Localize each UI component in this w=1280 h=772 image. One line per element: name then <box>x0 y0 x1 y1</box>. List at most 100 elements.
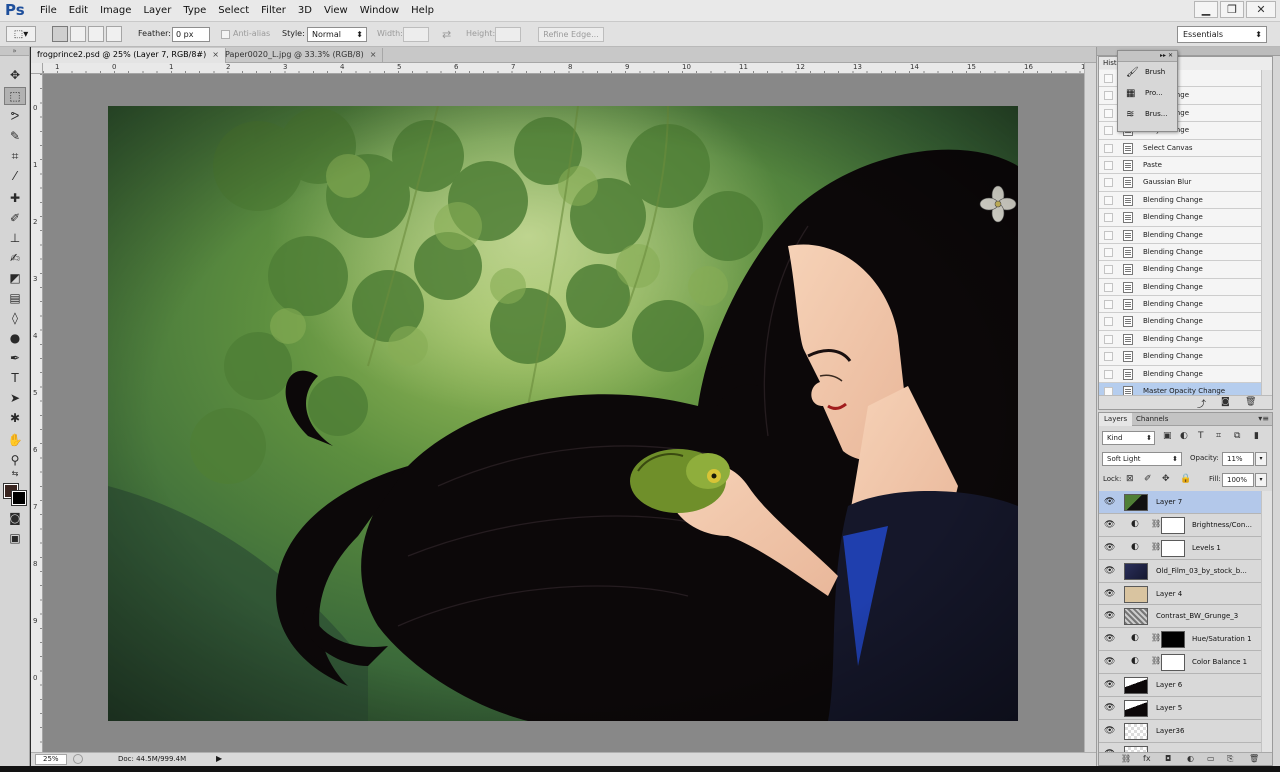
width-input[interactable] <box>403 27 429 42</box>
filter-smart-object-icon[interactable]: ⧉ <box>1234 431 1240 441</box>
menu-window[interactable]: Window <box>354 0 405 22</box>
flyout-collapse-icon[interactable]: ▸▸ ✕ <box>1118 51 1177 62</box>
tool-preset-picker[interactable]: ⬚▾ <box>6 26 36 42</box>
history-state[interactable]: Select Canvas <box>1099 139 1262 157</box>
ruler-origin[interactable] <box>31 63 43 74</box>
minimize-button[interactable]: ▁ <box>1194 1 1218 18</box>
brush-tool-icon[interactable]: ✐ <box>4 209 26 227</box>
history-scrollbar[interactable] <box>1261 70 1272 396</box>
history-state[interactable]: Gaussian Blur <box>1099 174 1262 192</box>
history-brush-source-icon[interactable] <box>1104 282 1113 292</box>
visibility-eye-icon[interactable]: 👁 <box>1104 726 1115 736</box>
antialias-checkbox[interactable] <box>221 30 230 39</box>
history-state[interactable]: Blending Change <box>1099 243 1262 262</box>
marquee-tool-icon[interactable]: ⬚ <box>4 87 26 105</box>
new-snapshot-icon[interactable]: ◙ <box>1221 397 1230 407</box>
layer-mask-thumbnail[interactable] <box>1161 631 1185 649</box>
tools-panel-grip[interactable]: » <box>0 47 29 56</box>
mask-link-icon[interactable]: ⛓ <box>1151 519 1161 528</box>
lasso-tool-icon[interactable]: ᕗ <box>4 107 26 125</box>
tab-layers[interactable]: Layers <box>1099 413 1133 426</box>
history-state[interactable]: Blending Change <box>1099 365 1262 384</box>
layer-row[interactable]: 👁 ◐ ⛓ Brightness/Con... <box>1099 513 1261 537</box>
lock-transparent-icon[interactable]: ⊠ <box>1126 474 1134 484</box>
visibility-eye-icon[interactable]: 👁 <box>1104 543 1115 553</box>
visibility-eye-icon[interactable]: 👁 <box>1104 611 1115 621</box>
lock-all-icon[interactable]: 🔒 <box>1180 474 1191 484</box>
close-button[interactable]: ✕ <box>1246 1 1276 18</box>
mask-link-icon[interactable]: ⛓ <box>1151 633 1161 642</box>
canvas-vertical-scrollbar[interactable] <box>1084 63 1096 752</box>
dodge-tool-icon[interactable]: ● <box>4 329 26 347</box>
new-document-from-state-icon[interactable]: ⤴ <box>1197 397 1206 409</box>
layer-row[interactable]: 👁 Layer 6 <box>1099 674 1261 698</box>
background-color-swatch[interactable] <box>11 490 27 506</box>
link-layers-icon[interactable]: ⛓ <box>1121 754 1131 763</box>
menu-type[interactable]: Type <box>177 0 212 22</box>
visibility-eye-icon[interactable]: 👁 <box>1104 680 1115 690</box>
horizontal-ruler[interactable]: 10123456789101112131415161 <box>43 63 1084 74</box>
eyedropper-tool-icon[interactable]: ⁄ <box>4 167 26 185</box>
fill-input[interactable]: 100% <box>1222 473 1254 487</box>
menu-file[interactable]: File <box>34 0 63 22</box>
history-brush-source-icon[interactable] <box>1104 317 1113 327</box>
layer-thumbnail[interactable] <box>1124 494 1148 511</box>
healing-brush-tool-icon[interactable]: ✚ <box>4 189 26 207</box>
intersect-selection-icon[interactable] <box>106 26 122 42</box>
adjustment-layer-icon[interactable]: ◐ <box>1131 519 1139 529</box>
workspace-select[interactable]: Essentials <box>1177 26 1267 43</box>
layer-row[interactable]: 👁 Layer 7 <box>1099 491 1261 514</box>
menu-layer[interactable]: Layer <box>137 0 177 22</box>
swap-colors-icon[interactable]: ⇆ <box>4 467 26 479</box>
filter-type-icon[interactable]: T <box>1198 431 1204 441</box>
history-brush-source-icon[interactable] <box>1104 143 1113 153</box>
history-state[interactable]: Blending Change <box>1099 330 1262 349</box>
mask-link-icon[interactable]: ⛓ <box>1151 542 1161 551</box>
layer-row[interactable]: 👁 Old_Film_03_by_stock_b... <box>1099 559 1261 583</box>
adjustment-layer-icon[interactable]: ◐ <box>1131 633 1139 643</box>
history-state[interactable]: Blending Change <box>1099 278 1262 297</box>
move-tool-icon[interactable]: ✥ <box>4 66 26 84</box>
history-state[interactable]: Blending Change <box>1099 226 1262 244</box>
tab-close-icon[interactable]: × <box>212 50 219 59</box>
menu-help[interactable]: Help <box>405 0 440 22</box>
layer-row[interactable]: 👁 Contrast_BW_Grunge_3 <box>1099 605 1261 629</box>
menu-edit[interactable]: Edit <box>63 0 94 22</box>
history-state[interactable]: Blending Change <box>1099 191 1262 210</box>
feather-input[interactable]: 0 px <box>172 27 210 42</box>
zoom-level-input[interactable]: 25% <box>35 754 67 765</box>
history-brush-source-icon[interactable] <box>1104 195 1113 205</box>
lock-image-icon[interactable]: ✐ <box>1144 474 1152 484</box>
layer-thumbnail[interactable] <box>1124 562 1148 580</box>
layer-row[interactable]: 👁 ◐ ⛓ Levels 1 <box>1099 536 1261 560</box>
filter-pixel-icon[interactable]: ▣ <box>1163 431 1172 441</box>
opacity-dropdown-icon[interactable]: ▾ <box>1255 452 1267 466</box>
refine-edge-button[interactable]: Refine Edge... <box>538 27 604 42</box>
layer-row[interactable]: 👁 Layer 5 <box>1099 697 1261 720</box>
visibility-eye-icon[interactable]: 👁 <box>1104 566 1115 576</box>
visibility-eye-icon[interactable]: 👁 <box>1104 497 1115 507</box>
layer-row[interactable]: 👁 ◐ ⛓ Hue/Saturation 1 <box>1099 628 1261 652</box>
history-state[interactable]: Blending Change <box>1099 348 1262 366</box>
filter-shape-icon[interactable]: ⌗ <box>1216 431 1221 441</box>
fill-dropdown-icon[interactable]: ▾ <box>1255 473 1267 487</box>
layer-mask-thumbnail[interactable] <box>1161 539 1185 557</box>
panel-tool-presets[interactable]: ▦ Pro... <box>1118 83 1177 104</box>
history-brush-source-icon[interactable] <box>1104 300 1113 310</box>
new-group-icon[interactable]: ▭ <box>1207 754 1215 763</box>
layer-thumbnail[interactable] <box>1124 585 1148 603</box>
history-state[interactable]: Blending Change <box>1099 209 1262 227</box>
hand-tool-icon[interactable]: ✋ <box>4 431 26 449</box>
tab-channels[interactable]: Channels <box>1131 413 1173 426</box>
layer-kind-select[interactable]: Kind <box>1102 431 1155 445</box>
crop-tool-icon[interactable]: ⌗ <box>4 147 26 165</box>
history-brush-source-icon[interactable] <box>1104 74 1113 83</box>
custom-shape-tool-icon[interactable]: ✱ <box>4 409 26 427</box>
height-input[interactable] <box>495 27 521 42</box>
blur-tool-icon[interactable]: ◊ <box>4 309 26 327</box>
layer-row[interactable]: 👁 Layer 4 <box>1099 582 1261 606</box>
visibility-eye-icon[interactable]: 👁 <box>1104 589 1115 599</box>
swap-icon[interactable]: ⇄ <box>442 28 451 41</box>
adjustment-layer-icon[interactable]: ◐ <box>1131 542 1139 552</box>
menu-view[interactable]: View <box>318 0 354 22</box>
